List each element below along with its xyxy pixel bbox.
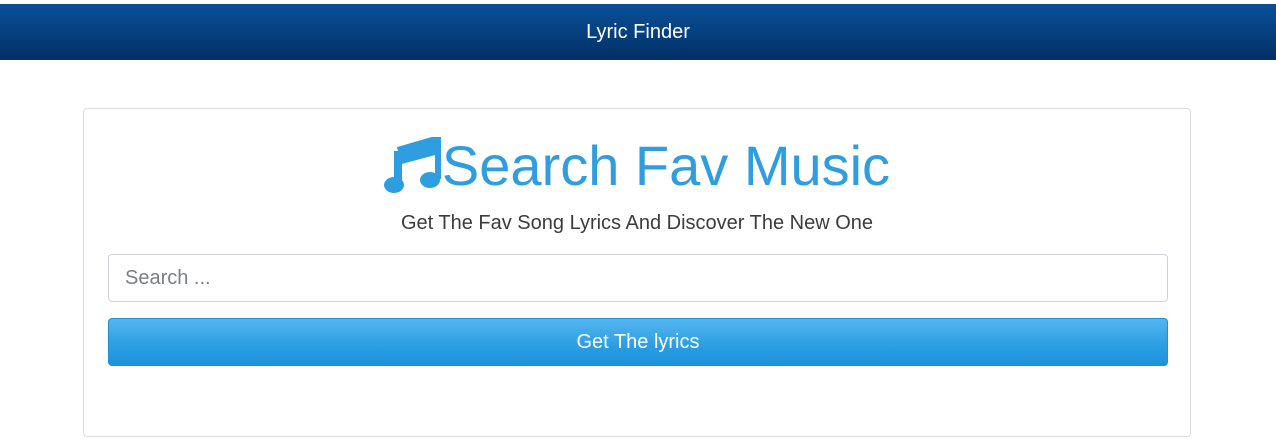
music-note-icon — [383, 137, 441, 195]
page-subtitle: Get The Fav Song Lyrics And Discover The… — [400, 212, 874, 234]
get-lyrics-button[interactable]: Get The lyrics — [108, 318, 1168, 366]
hero-title-row: Search Fav Music — [84, 135, 1190, 197]
page-title: Search Fav Music — [441, 134, 891, 197]
navbar: Lyric Finder — [0, 4, 1276, 60]
navbar-brand-link[interactable]: Lyric Finder — [586, 21, 690, 44]
search-card: Search Fav Music Get The Fav Song Lyrics… — [83, 108, 1191, 437]
search-input[interactable] — [108, 254, 1168, 302]
